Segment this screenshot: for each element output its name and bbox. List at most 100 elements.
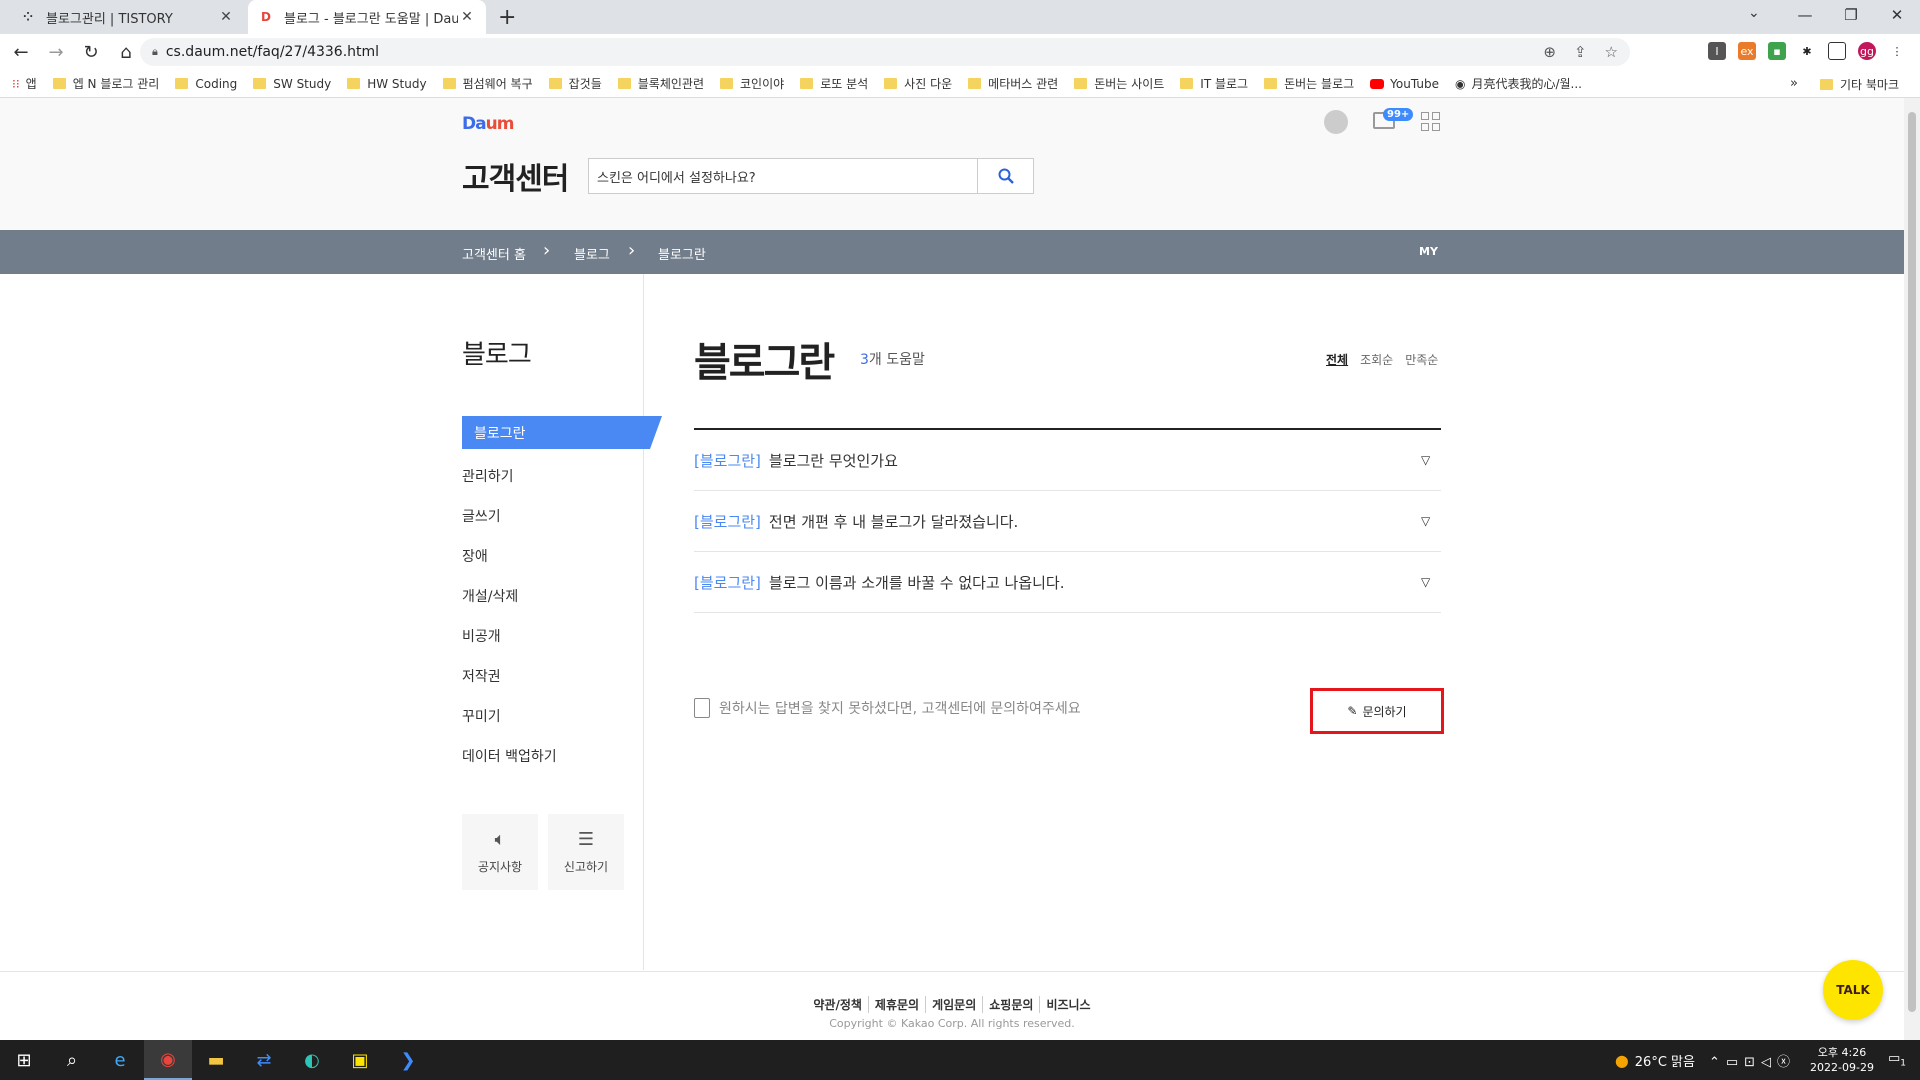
sort-views[interactable]: 조회순 xyxy=(1360,351,1393,368)
kakao-talk-button[interactable]: TALK xyxy=(1823,960,1883,1020)
report-button[interactable]: ☰ 신고하기 xyxy=(548,814,624,890)
tab-daum[interactable]: D 블로그 - 블로그란 도움말 | Daum ✕ xyxy=(248,0,486,34)
search-input[interactable] xyxy=(589,159,977,193)
tray-icons[interactable]: ⌃▭⊡◁ⓧ xyxy=(1709,1051,1796,1070)
chrome-icon[interactable]: ◉ xyxy=(144,1040,192,1080)
chevron-down-icon[interactable]: ▽ xyxy=(1421,514,1441,528)
bookmark-item[interactable]: 펌섬웨어 복구 xyxy=(442,75,533,92)
lock-icon[interactable]: 🔒︎ xyxy=(152,45,158,59)
faq-category: [블로그란] xyxy=(694,451,761,470)
bookmark-apps[interactable]: ⁝⁝ 앱 xyxy=(12,75,37,92)
footer-link-shopping[interactable]: 쇼핑문의 xyxy=(983,996,1041,1013)
new-tab-button[interactable]: + xyxy=(498,5,516,30)
side-panel-icon[interactable] xyxy=(1828,42,1846,60)
clock[interactable]: 오후 4:26 2022-09-29 xyxy=(1810,1045,1874,1075)
bookmark-item[interactable]: 잡것들 xyxy=(548,75,602,92)
search-icon[interactable]: ⌕ xyxy=(48,1040,96,1080)
bookmark-youtube[interactable]: YouTube xyxy=(1370,77,1439,91)
other-bookmarks[interactable]: 기타 북마크 xyxy=(1820,76,1899,93)
tab-tistory[interactable]: ⁘ 블로그관리 | TISTORY ✕ xyxy=(10,0,245,34)
bookmark-item[interactable]: 엡 N 블로그 관리 xyxy=(52,75,159,92)
sidebar-item-decorate[interactable]: 꾸미기 xyxy=(462,696,662,736)
home-icon[interactable]: ⌂ xyxy=(112,38,140,66)
sort-all[interactable]: 전체 xyxy=(1326,351,1348,368)
file-explorer-icon[interactable]: ▬ xyxy=(192,1040,240,1080)
bookmark-star-icon[interactable]: ☆ xyxy=(1605,43,1618,61)
bookmark-item[interactable]: 사진 다운 xyxy=(884,75,952,92)
sidebar-item-blog-intro[interactable]: 블로그란 xyxy=(462,416,662,449)
sidebar-item-open-delete[interactable]: 개설/삭제 xyxy=(462,576,662,616)
bookmark-item[interactable]: Coding xyxy=(175,77,237,91)
daum-logo[interactable]: Daum xyxy=(462,114,514,134)
share-icon[interactable]: ⇪ xyxy=(1574,43,1587,61)
extension-icon[interactable]: ▪ xyxy=(1768,42,1786,60)
scrollbar[interactable] xyxy=(1904,98,1920,1040)
clock-time: 오후 4:26 xyxy=(1817,1046,1867,1059)
back-icon[interactable]: ← xyxy=(7,38,35,66)
vscode-icon[interactable]: ❯ xyxy=(384,1040,432,1080)
breadcrumb-blog[interactable]: 블로그 xyxy=(574,244,610,263)
bookmark-item[interactable]: 돈버는 블로그 xyxy=(1264,75,1354,92)
bookmark-item[interactable]: SW Study xyxy=(253,77,331,91)
faq-item[interactable]: [블로그란] 블로그 이름과 소개를 바꿀 수 없다고 나옵니다. ▽ xyxy=(694,552,1441,613)
faq-item[interactable]: [블로그란] 블로그란 무엇인가요 ▽ xyxy=(694,430,1441,491)
footer-link-partnership[interactable]: 제휴문의 xyxy=(869,996,927,1013)
bookmarks-overflow-icon[interactable]: » xyxy=(1790,76,1798,91)
sidebar-item-backup[interactable]: 데이터 백업하기 xyxy=(462,736,662,776)
extension-icon[interactable]: ex xyxy=(1738,42,1756,60)
extension-icon[interactable]: I xyxy=(1708,42,1726,60)
address-bar[interactable]: 🔒︎ cs.daum.net/faq/27/4336.html ⊕ ⇪ ☆ xyxy=(140,38,1630,66)
sort-satisfaction[interactable]: 만족순 xyxy=(1405,351,1438,368)
bookmark-item[interactable]: 코인이야 xyxy=(720,75,784,92)
breadcrumb-current[interactable]: 블로그란 xyxy=(658,244,706,263)
user-avatar-icon[interactable] xyxy=(1324,110,1348,134)
chevron-down-icon[interactable]: ▽ xyxy=(1421,575,1441,589)
chevron-down-icon[interactable]: ▽ xyxy=(1421,453,1441,467)
restore-icon[interactable]: ❐ xyxy=(1828,0,1874,30)
inquiry-button[interactable]: ✎ 문의하기 xyxy=(1310,688,1444,734)
bookmark-item[interactable]: IT 블로그 xyxy=(1180,75,1248,92)
bookmark-item[interactable]: 블록체인관련 xyxy=(617,75,704,92)
kakaotalk-icon[interactable]: ▣ xyxy=(336,1040,384,1080)
tab-title: 블로그관리 | TISTORY xyxy=(46,11,173,27)
breadcrumb-home[interactable]: 고객센터 홈 xyxy=(462,244,526,263)
bookmark-item[interactable]: 로또 분석 xyxy=(800,75,868,92)
sidebar-item-private[interactable]: 비공개 xyxy=(462,616,662,656)
footer-link-game[interactable]: 게임문의 xyxy=(926,996,984,1013)
close-icon[interactable]: ✕ xyxy=(217,9,235,25)
puzzle-icon[interactable]: ✱ xyxy=(1798,42,1816,60)
notification-icon[interactable]: ▭1 xyxy=(1888,1051,1906,1069)
bookmark-item[interactable]: 돈버는 사이트 xyxy=(1074,75,1164,92)
zoom-icon[interactable]: ⊕ xyxy=(1543,43,1556,61)
footer-link-terms[interactable]: 약관/정책 xyxy=(807,996,869,1013)
faq-item[interactable]: [블로그란] 전면 개편 후 내 블로그가 달라졌습니다. ▽ xyxy=(694,491,1441,552)
weather-text[interactable]: 26°C 맑음 xyxy=(1635,1051,1695,1070)
edge-icon[interactable]: ◐ xyxy=(288,1040,336,1080)
apps-grid-icon[interactable] xyxy=(1421,112,1440,131)
windows-start-icon[interactable]: ⊞ xyxy=(0,1040,48,1080)
bookmark-item[interactable]: HW Study xyxy=(347,77,427,91)
bookmark-item[interactable]: 메타버스 관련 xyxy=(968,75,1058,92)
sidebar-item-manage[interactable]: 관리하기 xyxy=(462,456,662,496)
bookmark-item[interactable]: ◉ 月亮代表我的心/월... xyxy=(1455,75,1582,92)
profile-avatar[interactable]: gg xyxy=(1858,42,1876,60)
minimize-icon[interactable]: — xyxy=(1782,0,1828,30)
menu-icon[interactable]: ⋮ xyxy=(1888,42,1906,60)
forward-icon[interactable]: → xyxy=(42,38,70,66)
sidebar-item-write[interactable]: 글쓰기 xyxy=(462,496,662,536)
close-window-icon[interactable]: ✕ xyxy=(1874,0,1920,30)
sidebar-item-error[interactable]: 장애 xyxy=(462,536,662,576)
my-link[interactable]: MY xyxy=(1419,245,1438,258)
footer-link-business[interactable]: 비즈니스 xyxy=(1040,996,1096,1013)
tab-search-icon[interactable]: ⌄ xyxy=(1748,5,1760,21)
tab-strip: ⁘ 블로그관리 | TISTORY ✕ D 블로그 - 블로그란 도움말 | D… xyxy=(0,0,1920,34)
reload-icon[interactable]: ↻ xyxy=(77,38,105,66)
close-icon[interactable]: ✕ xyxy=(458,9,476,25)
scrollbar-thumb[interactable] xyxy=(1908,112,1916,1012)
teamviewer-icon[interactable]: ⇄ xyxy=(240,1040,288,1080)
notice-button[interactable]: 🔈︎ 공지사항 xyxy=(462,814,538,890)
search-button[interactable] xyxy=(977,159,1033,193)
page-title[interactable]: 고객센터 xyxy=(462,154,569,198)
ie-icon[interactable]: e xyxy=(96,1040,144,1080)
sidebar-item-copyright[interactable]: 저작권 xyxy=(462,656,662,696)
